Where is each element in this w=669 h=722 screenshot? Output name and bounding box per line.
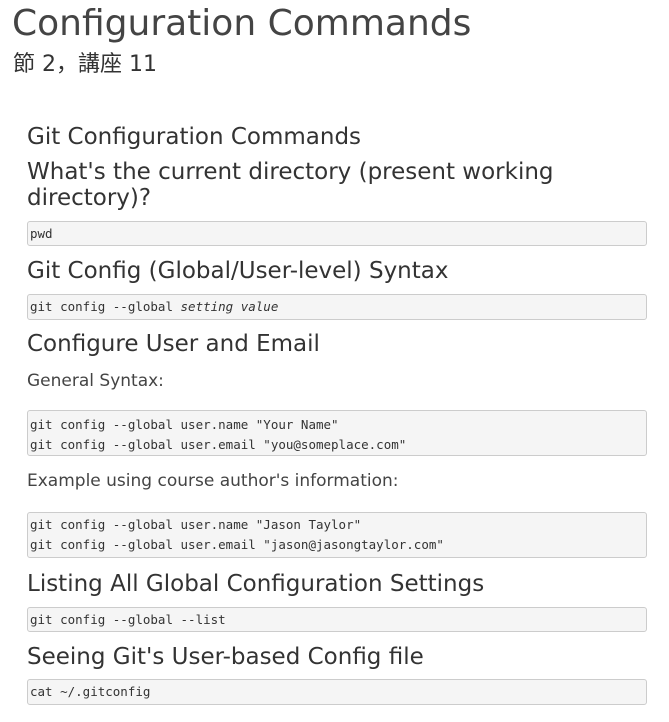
example-code-line: git config --global user.email "jason@ja…	[30, 537, 444, 552]
syntax-code-args: setting value	[180, 299, 279, 314]
config-file-heading: Seeing Git's User-based Config file	[27, 644, 424, 670]
general-syntax-code-block[interactable]: git config --global user.name "Your Name…	[27, 410, 647, 456]
listing-code: git config --global --list	[30, 612, 226, 627]
listing-heading: Listing All Global Configuration Setting…	[27, 571, 485, 597]
config-file-code-block[interactable]: cat ~/.gitconfig	[27, 679, 647, 705]
pwd-code: pwd	[30, 226, 53, 241]
example-code-block[interactable]: git config --global user.name "Jason Tay…	[27, 512, 647, 558]
page-title: Configuration Commands	[12, 3, 472, 44]
general-code-line: git config --global user.email "you@some…	[30, 437, 407, 452]
general-code-line: git config --global user.name "Your Name…	[30, 417, 339, 432]
section-heading: Git Configuration Commands	[27, 124, 362, 150]
syntax-heading: Git Config (Global/User-level) Syntax	[27, 258, 449, 284]
example-label: Example using course author's informatio…	[27, 471, 399, 491]
general-syntax-label: General Syntax:	[27, 371, 164, 391]
lecture-subtitle: 節 2，講座 11	[13, 52, 157, 77]
user-email-heading: Configure User and Email	[27, 331, 320, 357]
pwd-heading: What's the current directory (present wo…	[27, 159, 554, 211]
listing-code-block[interactable]: git config --global --list	[27, 607, 647, 632]
pwd-code-block[interactable]: pwd	[27, 221, 647, 246]
example-code-line: git config --global user.name "Jason Tay…	[30, 517, 362, 532]
syntax-code-prefix: git config --global	[30, 299, 181, 314]
config-file-code: cat ~/.gitconfig	[30, 684, 151, 699]
syntax-code-block[interactable]: git config --global setting value	[27, 294, 647, 320]
